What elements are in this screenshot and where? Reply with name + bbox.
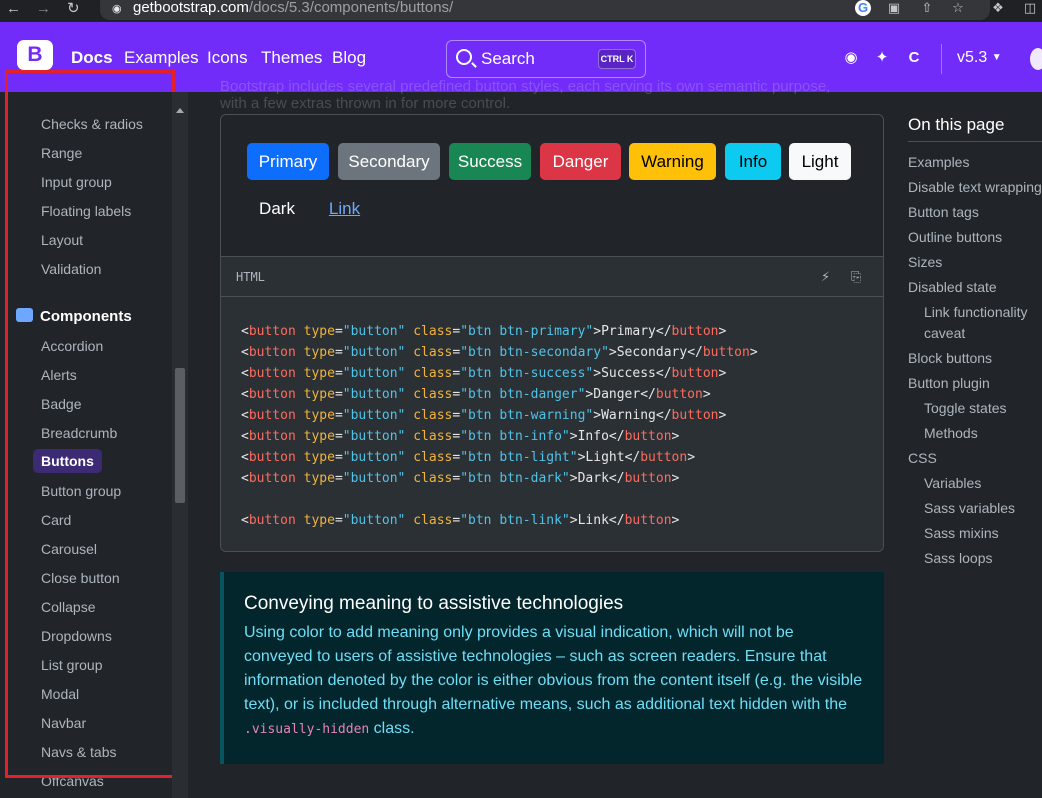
highlight-box: [5, 70, 175, 778]
github-icon[interactable]: ◉: [841, 48, 861, 68]
lock-icon: ◉: [112, 3, 122, 15]
button-label: Success: [457, 152, 523, 171]
toc-item-sass-mixins[interactable]: Sass mixins: [924, 524, 999, 542]
url-path: /docs/5.3/components/buttons/: [248, 0, 454, 16]
code-line: <button type="button" class="btn btn-suc…: [241, 366, 727, 381]
callout-title: Conveying meaning to assistive technolog…: [244, 593, 624, 614]
clipboard-icon[interactable]: ⎘: [851, 269, 861, 285]
toc-item-button-plugin[interactable]: Button plugin: [908, 374, 990, 392]
info-button[interactable]: Info: [725, 143, 781, 180]
opencollective-icon[interactable]: C: [904, 48, 924, 68]
bookmark-star-icon[interactable]: ☆: [950, 0, 966, 16]
primary-button[interactable]: Primary: [247, 143, 329, 180]
nav-link-examples[interactable]: Examples: [124, 48, 199, 68]
button-label: Secondary: [348, 152, 430, 171]
link-button[interactable]: Link: [316, 190, 373, 227]
nav-link-themes[interactable]: Themes: [261, 48, 322, 68]
google-icon[interactable]: G: [855, 0, 871, 16]
toc-item-disable-text-wrapping[interactable]: Disable text wrapping: [908, 178, 1042, 196]
toc-item-css[interactable]: CSS: [908, 449, 937, 467]
success-button[interactable]: Success: [449, 143, 531, 180]
toc-item-disabled-state[interactable]: Disabled state: [908, 278, 997, 296]
back-icon[interactable]: ←: [6, 0, 21, 18]
danger-button[interactable]: Danger: [540, 143, 621, 180]
code-line: <button type="button" class="btn btn-inf…: [241, 429, 680, 444]
button-label: Primary: [258, 152, 318, 171]
scroll-up-icon[interactable]: [176, 108, 184, 113]
search-placeholder: Search: [481, 49, 535, 68]
toc-item-sass-variables[interactable]: Sass variables: [924, 499, 1015, 517]
caret-down-icon: ▼: [991, 52, 1002, 63]
code-line: <button type="button" class="btn btn-dar…: [241, 471, 680, 486]
callout-info: Conveying meaning to assistive technolog…: [220, 572, 884, 764]
browser-toolbar: ← → ↻ ◉ getbootstrap.com/docs/5.3/compon…: [0, 0, 1042, 22]
toc-item-sizes[interactable]: Sizes: [908, 253, 942, 271]
toc-item-button-tags[interactable]: Button tags: [908, 203, 979, 221]
toc-heading: On this page: [908, 115, 1005, 134]
nav-link-docs[interactable]: Docs: [71, 48, 113, 68]
search-button[interactable]: Search CTRL K: [446, 40, 646, 78]
code-toolbar: HTML ⚡ ⎘: [221, 256, 883, 297]
forward-icon[interactable]: →: [36, 0, 51, 18]
button-label: Light: [801, 152, 839, 171]
share-icon[interactable]: ⇧: [919, 0, 935, 16]
callout-tail: class.: [369, 720, 415, 737]
button-label: Warning: [641, 152, 704, 171]
search-shortcut: CTRL K: [598, 49, 636, 69]
version-dropdown[interactable]: v5.3 ▼: [957, 48, 1002, 68]
light-button[interactable]: Light: [789, 143, 851, 180]
lightning-icon[interactable]: ⚡: [821, 269, 830, 285]
navbar-divider: [941, 44, 942, 74]
theme-toggle-icon[interactable]: [1030, 48, 1042, 70]
toc-item-sass-loops[interactable]: Sass loops: [924, 549, 992, 567]
toc-item-link-functionality-caveat[interactable]: caveat: [924, 324, 965, 342]
toc-item-link-functionality[interactable]: Link functionality: [924, 303, 1028, 321]
button-label: Dark: [259, 199, 295, 218]
side-panel-icon[interactable]: ◫: [1022, 0, 1038, 16]
toc-item-block-buttons[interactable]: Block buttons: [908, 349, 992, 367]
code-line: <button type="button" class="btn btn-pri…: [241, 324, 727, 339]
button-label: Link: [328, 199, 361, 218]
code-line: <button type="button" class="btn btn-war…: [241, 408, 727, 423]
callout-text: Using color to add meaning only provides…: [244, 624, 863, 713]
toc-item-examples[interactable]: Examples: [908, 153, 969, 171]
twitter-icon[interactable]: ✦: [872, 48, 892, 68]
button-label: Info: [738, 152, 768, 171]
version-label: v5.3: [957, 49, 988, 66]
warning-button[interactable]: Warning: [629, 143, 716, 180]
toc-divider: [908, 141, 1042, 142]
toc-item-toggle-states[interactable]: Toggle states: [924, 399, 1007, 417]
scrollbar-thumb[interactable]: [175, 368, 185, 503]
nav-link-blog[interactable]: Blog: [332, 48, 366, 68]
code-line: <button type="button" class="btn btn-lin…: [241, 513, 680, 528]
button-label: Danger: [552, 152, 609, 171]
code-line: <button type="button" class="btn btn-sec…: [241, 345, 758, 360]
secondary-button[interactable]: Secondary: [338, 143, 440, 180]
dark-button[interactable]: Dark: [247, 190, 307, 227]
buttons-example: Primary Secondary Success Danger Warning…: [220, 114, 884, 552]
reload-icon[interactable]: ↻: [67, 0, 80, 18]
url-domain: getbootstrap.com: [133, 0, 249, 16]
toc-item-variables[interactable]: Variables: [924, 474, 981, 492]
callout-body: Using color to add meaning only provides…: [244, 621, 864, 742]
toc-item-methods[interactable]: Methods: [924, 424, 978, 442]
code-line: <button type="button" class="btn btn-lig…: [241, 450, 696, 465]
inline-code: .visually-hidden: [244, 722, 370, 737]
nav-link-icons[interactable]: Icons: [207, 48, 248, 68]
translate-icon[interactable]: ▣: [886, 0, 902, 16]
code-language-label: HTML: [236, 270, 265, 284]
toc-item-outline-buttons[interactable]: Outline buttons: [908, 228, 1002, 246]
search-icon: [456, 49, 472, 65]
code-snippet: <button type="button" class="btn btn-pri…: [221, 297, 883, 551]
occluded-lead-text: Bootstrap includes several predefined bu…: [220, 78, 831, 112]
extensions-icon[interactable]: ❖: [990, 0, 1006, 16]
code-line: <button type="button" class="btn btn-dan…: [241, 387, 711, 402]
bootstrap-logo[interactable]: B: [17, 40, 53, 70]
